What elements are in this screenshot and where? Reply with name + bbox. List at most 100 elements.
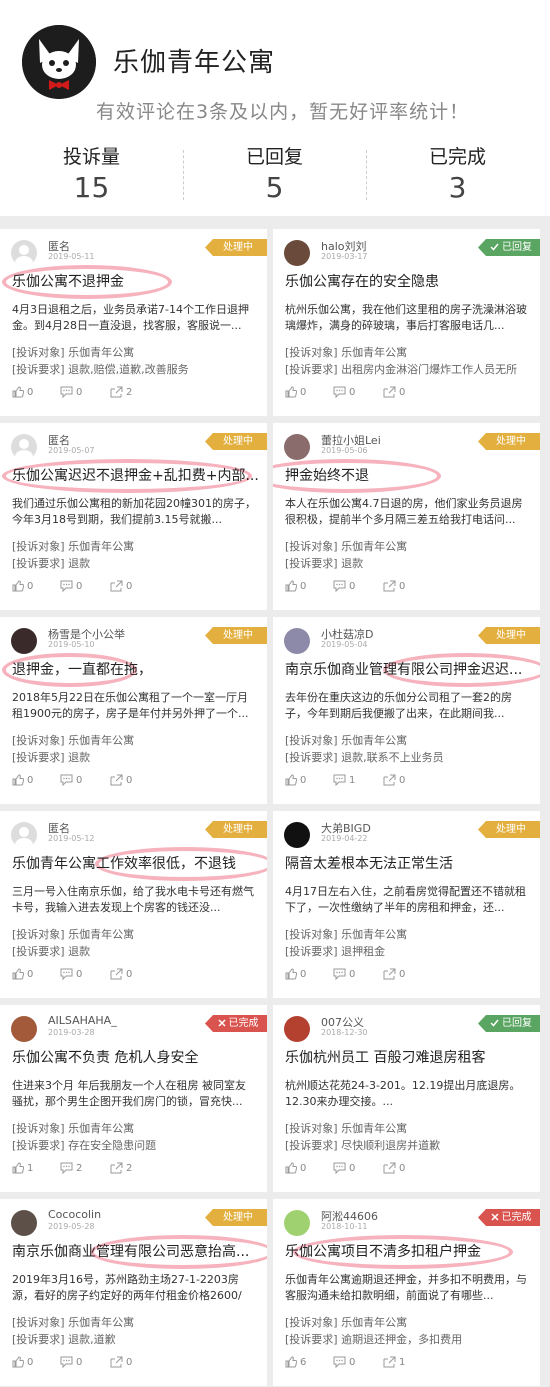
like-count: 0 xyxy=(27,968,34,980)
avatar[interactable] xyxy=(284,434,310,460)
complaint-demand: [投诉要求] 退款 xyxy=(285,557,364,570)
complaint-description[interactable]: 我们通过乐伽公寓租的新加花园20幢301的房子，今年3月18号到期，我们提前3.… xyxy=(12,496,256,528)
share-button[interactable]: 0 xyxy=(383,774,405,786)
avatar[interactable] xyxy=(11,1210,37,1236)
avatar[interactable] xyxy=(284,1210,310,1236)
stat-replied[interactable]: 已回复 5 xyxy=(183,142,366,204)
stat-complaints[interactable]: 投诉量 15 xyxy=(0,142,183,204)
avatar[interactable] xyxy=(284,628,310,654)
avatar[interactable] xyxy=(11,240,37,266)
like-button[interactable]: 0 xyxy=(285,1162,306,1174)
user-name[interactable]: Cococolin xyxy=(48,1208,101,1221)
share-button[interactable]: 0 xyxy=(383,580,405,592)
complaint-card[interactable]: 阿淞44606 2018-10-11 已完成 乐伽公寓项目不清多扣租户押金 乐伽青年公寓… xyxy=(273,1199,540,1386)
like-button[interactable]: 0 xyxy=(285,580,306,592)
complaint-card[interactable]: 大弟BIGD 2019-04-22 处理中 隔音太差根本无法正常生活 4月17日左右入住… xyxy=(273,811,540,998)
complaint-title[interactable]: 乐伽公寓迟迟不退押金+乱扣费+内部... xyxy=(12,465,262,485)
complaint-target: [投诉对象] 乐伽青年公寓 xyxy=(285,1122,408,1135)
share-button[interactable]: 0 xyxy=(110,1356,132,1368)
complaint-description[interactable]: 住进来3个月 年后我朋友一个人在租房 被同室友骚扰，那个男生企图开我们房门的锁，… xyxy=(12,1078,256,1110)
complaint-description[interactable]: 去年份在重庆这边的乐伽分公司租了一套2的房子，今年到期后我便搬了出来，在此期间我… xyxy=(285,690,529,722)
user-name[interactable]: AILSAHAHA_ xyxy=(48,1014,117,1027)
complaint-title[interactable]: 退押金，一直都在拖， xyxy=(12,659,262,679)
complaint-card[interactable]: 蕾拉小姐Lei 2019-05-06 处理中 押金始终不退 本人在乐伽公寓4.7日退的房… xyxy=(273,423,540,610)
like-button[interactable]: 0 xyxy=(285,774,306,786)
complaint-title[interactable]: 南京乐伽商业管理有限公司押金迟迟... xyxy=(285,659,535,679)
complaint-card[interactable]: 杨雪是个小公举 2019-05-10 处理中 退押金，一直都在拖， 2018年5月22日… xyxy=(0,617,267,804)
like-button[interactable]: 1 xyxy=(12,1162,33,1174)
share-button[interactable]: 2 xyxy=(110,1162,132,1174)
comment-button[interactable]: 2 xyxy=(60,1162,82,1174)
complaint-title[interactable]: 乐伽公寓不负责 危机人身安全 xyxy=(12,1047,262,1067)
comment-button[interactable]: 0 xyxy=(60,386,82,398)
share-button[interactable]: 0 xyxy=(110,774,132,786)
avatar[interactable] xyxy=(284,240,310,266)
share-button[interactable]: 0 xyxy=(383,386,405,398)
complaint-description[interactable]: 4月3日退租之后，业务员承诺7-14个工作日退押金。到4月28日一直没退，找客服… xyxy=(12,302,256,334)
complaint-description[interactable]: 本人在乐伽公寓4.7日退的房，他们家业务员退房很积极，提前半个多月隔三差五给我打… xyxy=(285,496,529,528)
like-button[interactable]: 0 xyxy=(12,386,33,398)
complaint-title[interactable]: 乐伽公寓不退押金 xyxy=(12,271,262,291)
status-badge: 已回复 xyxy=(478,239,540,256)
complaint-title[interactable]: 乐伽公寓项目不清多扣租户押金 xyxy=(285,1241,535,1261)
share-button[interactable]: 0 xyxy=(383,1162,405,1174)
complaint-title[interactable]: 隔音太差根本无法正常生活 xyxy=(285,853,535,873)
complaint-card[interactable]: 007公义 2018-12-30 已回复 乐伽杭州员工 百般刁难退房租客 杭州顺达花苑2… xyxy=(273,1005,540,1192)
like-button[interactable]: 0 xyxy=(12,580,33,592)
complaint-title[interactable]: 押金始终不退 xyxy=(285,465,535,485)
comment-button[interactable]: 0 xyxy=(60,1356,82,1368)
avatar[interactable] xyxy=(11,434,37,460)
share-button[interactable]: 0 xyxy=(110,968,132,980)
comment-button[interactable]: 0 xyxy=(60,580,82,592)
complaint-card[interactable]: AILSAHAHA_ 2019-03-28 已完成 乐伽公寓不负责 危机人身安全 住进来… xyxy=(0,1005,267,1192)
comment-button[interactable]: 0 xyxy=(333,1162,355,1174)
like-button[interactable]: 6 xyxy=(285,1356,306,1368)
like-button[interactable]: 0 xyxy=(12,1356,33,1368)
like-button[interactable]: 0 xyxy=(285,386,306,398)
comment-button[interactable]: 0 xyxy=(60,774,82,786)
avatar[interactable] xyxy=(284,1016,310,1042)
complaint-description[interactable]: 2018年5月22日在乐伽公寓租了一个一室一厅月租1900元的房子，房子是年付并… xyxy=(12,690,256,722)
complaint-title[interactable]: 乐伽杭州员工 百般刁难退房租客 xyxy=(285,1047,535,1067)
status-label: 处理中 xyxy=(496,630,526,641)
comment-button[interactable]: 0 xyxy=(333,1356,355,1368)
complaint-card[interactable]: halo刘刘 2019-03-17 已回复 乐伽公寓存在的安全隐患 杭州乐伽公寓，我在他… xyxy=(273,229,540,416)
card-actions: 0 0 0 xyxy=(12,774,262,788)
comment-button[interactable]: 1 xyxy=(333,774,355,786)
share-button[interactable]: 0 xyxy=(383,968,405,980)
complaint-card[interactable]: 匿名 2019-05-11 处理中 乐伽公寓不退押金 4月3日退租之后，业务员承诺7-1… xyxy=(0,229,267,416)
complaint-description[interactable]: 4月17日左右入住，之前看房觉得配置还不错就租下了，一次性缴纳了半年的房租和押金… xyxy=(285,884,529,916)
complaint-meta: [投诉对象] 乐伽青年公寓 [投诉要求] 退款 xyxy=(12,926,262,960)
comment-button[interactable]: 0 xyxy=(333,580,355,592)
company-name: 乐伽青年公寓 xyxy=(113,48,276,78)
complaint-description[interactable]: 2019年3月16号，苏州路劲主场27-1-2203房源，看好的房子约定好的两年… xyxy=(12,1272,256,1304)
like-button[interactable]: 0 xyxy=(12,968,33,980)
share-button[interactable]: 2 xyxy=(110,386,132,398)
comment-button[interactable]: 0 xyxy=(60,968,82,980)
complaint-title[interactable]: 南京乐伽商业管理有限公司恶意抬高... xyxy=(12,1241,262,1261)
share-button[interactable]: 0 xyxy=(110,580,132,592)
complaint-description[interactable]: 杭州顺达花苑24-3-201。12.19提出月底退房。12.30来办理交接。..… xyxy=(285,1078,529,1110)
share-icon xyxy=(110,1356,126,1368)
avatar[interactable] xyxy=(11,1016,37,1042)
complaint-card[interactable]: 小杜菇凉D 2019-05-04 处理中 南京乐伽商业管理有限公司押金迟迟... 去年份… xyxy=(273,617,540,804)
avatar[interactable] xyxy=(11,822,37,848)
share-button[interactable]: 1 xyxy=(383,1356,405,1368)
complaint-card[interactable]: Cococolin 2019-05-28 处理中 南京乐伽商业管理有限公司恶意抬高..… xyxy=(0,1199,267,1386)
complaint-description[interactable]: 杭州乐伽公寓，我在他们这里租的房子洗澡淋浴玻璃爆炸，满身的碎玻璃，事后打客服电话… xyxy=(285,302,529,334)
complaint-card[interactable]: 匿名 2019-05-12 处理中 乐伽青年公寓工作效率很低，不退钱 三月一号入住南京乐… xyxy=(0,811,267,998)
complaint-title[interactable]: 乐伽青年公寓工作效率很低，不退钱 xyxy=(12,853,262,873)
complaint-description[interactable]: 三月一号入住南京乐伽，给了我水电卡号还有燃气卡号，我输入进去发现上个房客的钱还没… xyxy=(12,884,256,916)
complaint-card[interactable]: 匿名 2019-05-07 处理中 乐伽公寓迟迟不退押金+乱扣费+内部... 我们通过乐… xyxy=(0,423,267,610)
complaint-title[interactable]: 乐伽公寓存在的安全隐患 xyxy=(285,271,535,291)
like-button[interactable]: 0 xyxy=(285,968,306,980)
avatar[interactable] xyxy=(11,628,37,654)
complaint-description[interactable]: 乐伽青年公寓逾期退还押金，并多扣不明费用，与客服沟通未给扣款明细，前面说了有哪些… xyxy=(285,1272,529,1304)
like-button[interactable]: 0 xyxy=(12,774,33,786)
comment-button[interactable]: 0 xyxy=(333,386,355,398)
comment-button[interactable]: 0 xyxy=(333,968,355,980)
status-badge: 处理中 xyxy=(478,433,540,450)
comment-icon xyxy=(333,968,349,980)
stat-completed[interactable]: 已完成 3 xyxy=(366,142,549,204)
avatar[interactable] xyxy=(284,822,310,848)
